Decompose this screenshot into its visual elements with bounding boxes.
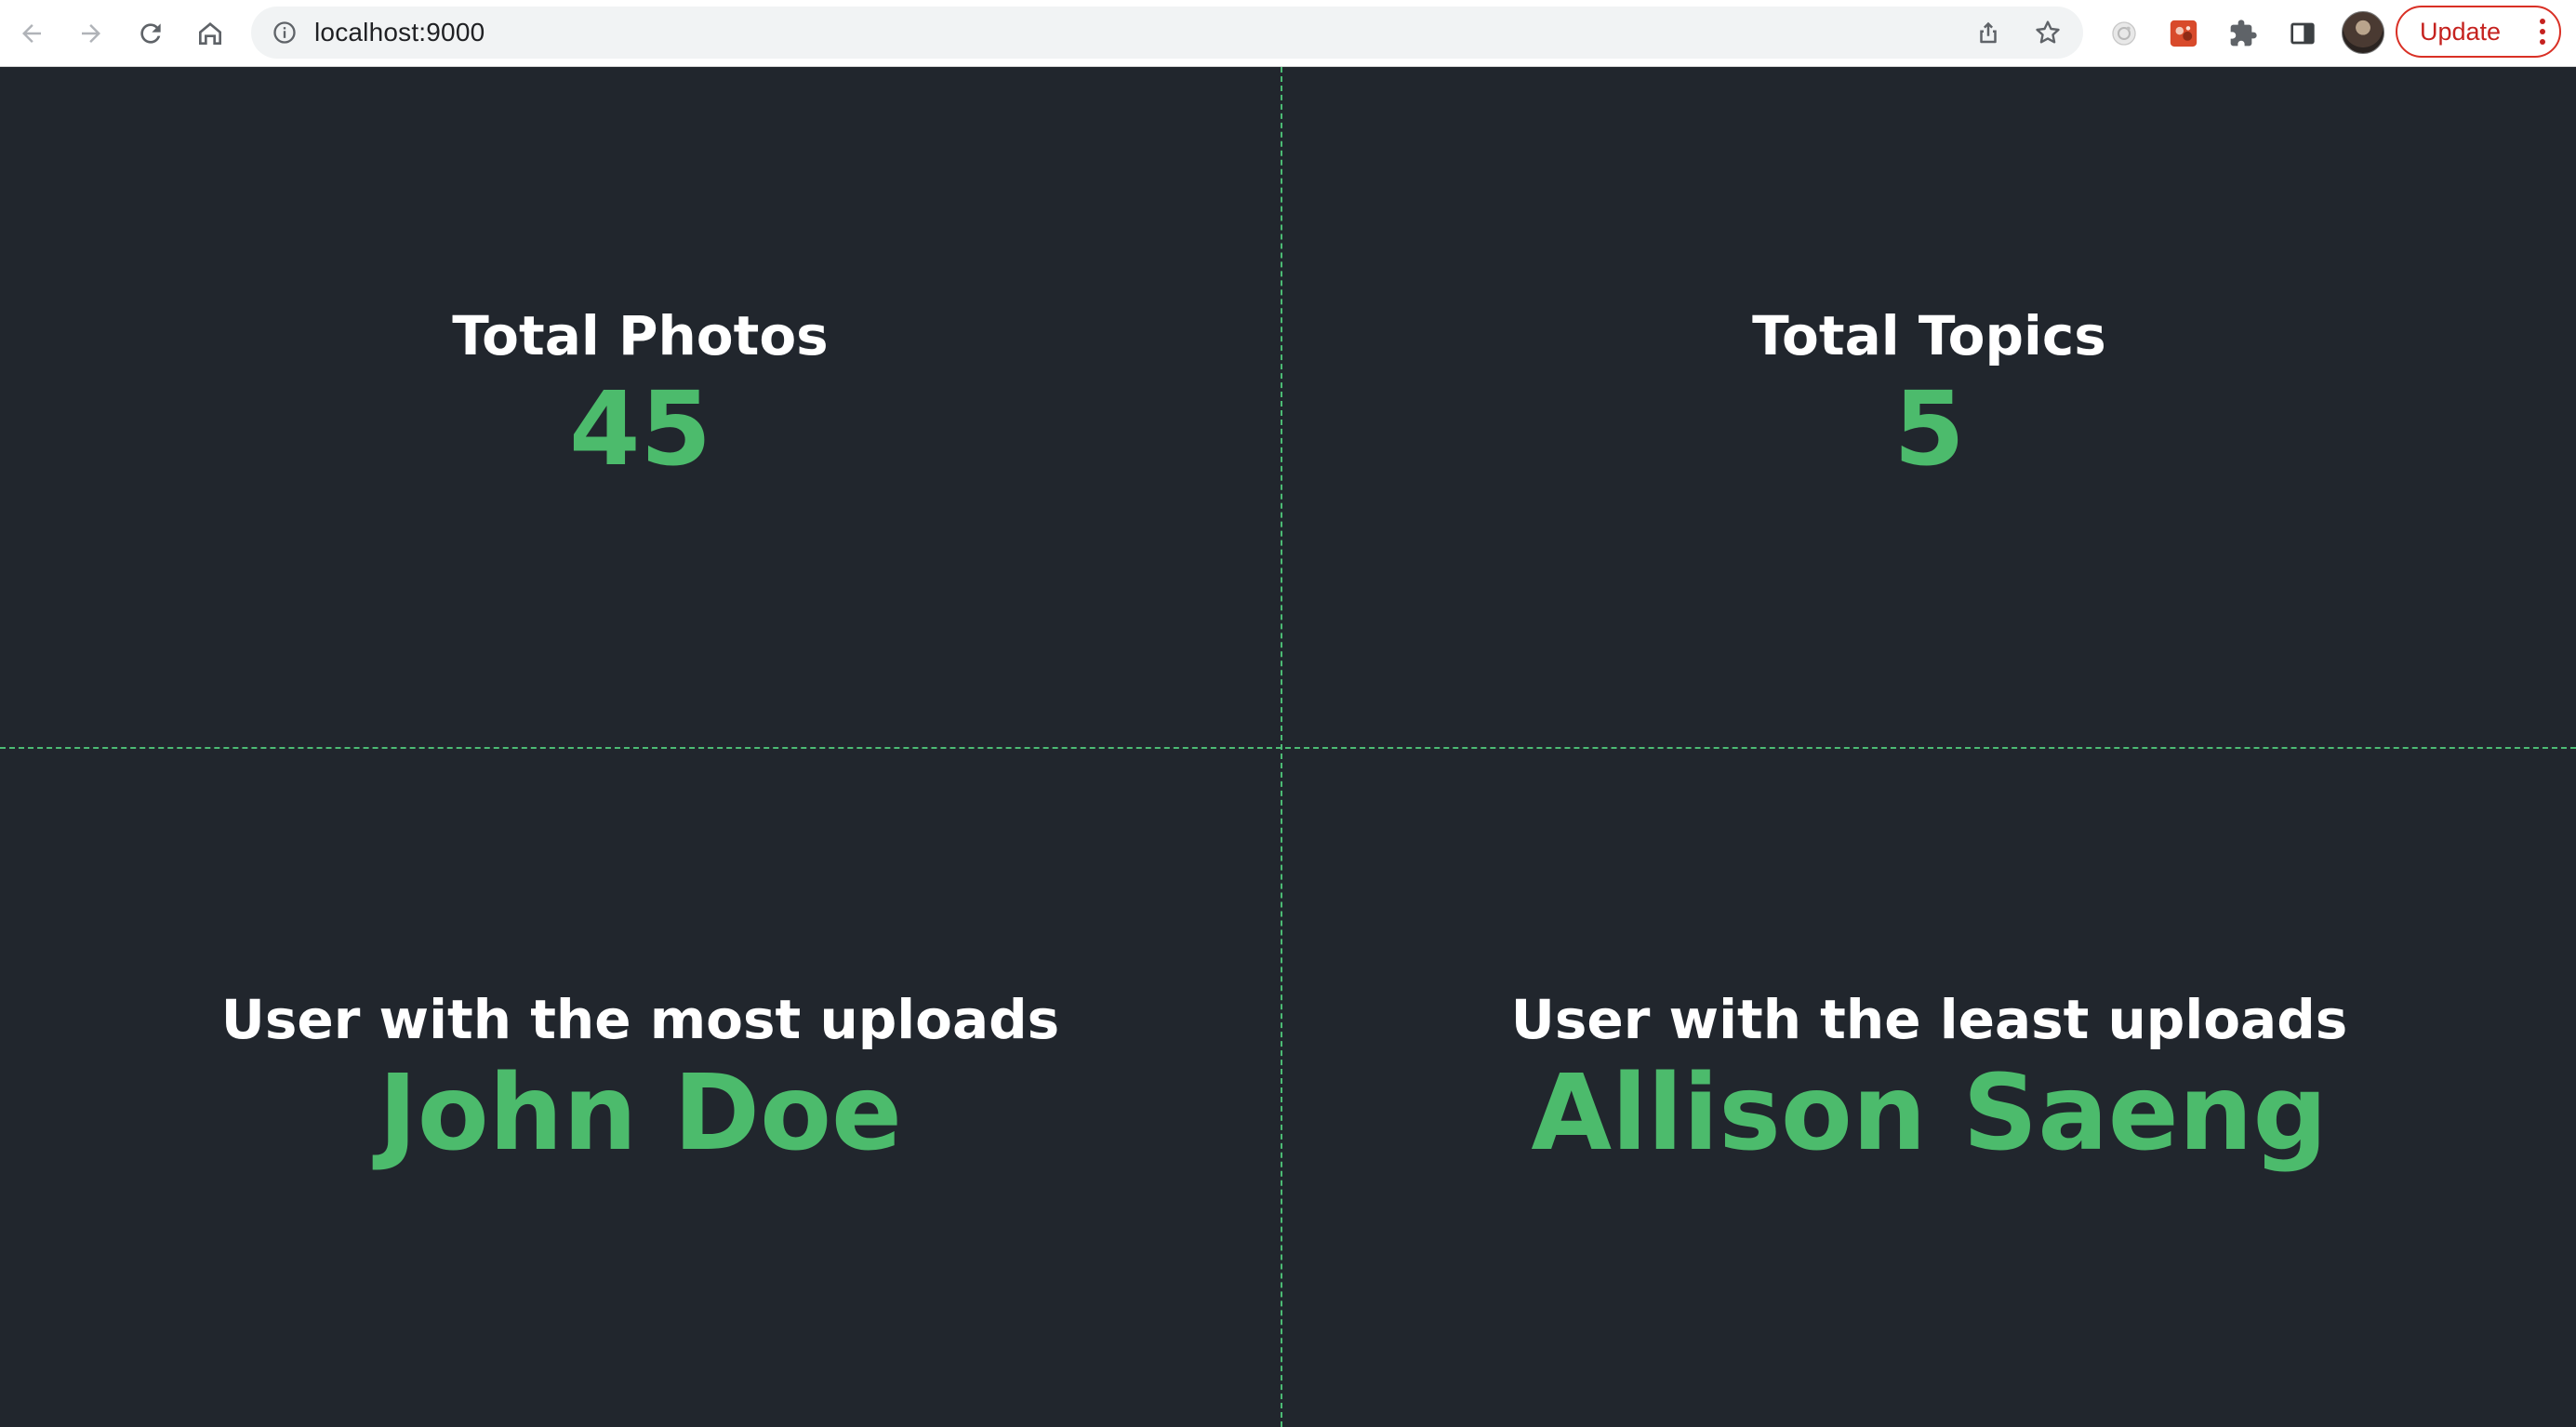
home-button[interactable] <box>190 13 231 54</box>
red-extension-button[interactable] <box>2163 13 2204 54</box>
extensions-button[interactable] <box>2223 13 2264 54</box>
address-bar[interactable]: localhost:9000 <box>251 7 2083 59</box>
profile-avatar[interactable] <box>2342 11 2384 54</box>
url-text[interactable]: localhost:9000 <box>314 7 485 59</box>
total-photos-label: Total Photos <box>452 304 829 367</box>
total-photos-value: 45 <box>568 369 712 488</box>
total-topics-label: Total Topics <box>1752 304 2106 367</box>
camera-extension-icon <box>2112 21 2136 46</box>
side-panel-icon <box>2291 22 2315 45</box>
update-button[interactable]: Update <box>2396 6 2561 58</box>
camera-extension-button[interactable] <box>2104 13 2144 54</box>
side-panel-button[interactable] <box>2282 13 2323 54</box>
arrow-left-icon <box>22 24 41 43</box>
least-uploads-label: User with the least uploads <box>1510 988 2348 1051</box>
bookmark-button[interactable] <box>2027 12 2068 53</box>
red-extension-icon <box>2170 20 2198 47</box>
puzzle-icon <box>2230 20 2257 47</box>
arrow-right-icon <box>82 24 100 43</box>
star-icon <box>2036 20 2060 44</box>
least-uploads-user: Allison Saeng <box>1531 1053 2328 1174</box>
most-uploads-card: User with the most uploads John Doe <box>0 988 1281 1171</box>
back-button[interactable] <box>11 13 52 54</box>
reload-icon <box>140 23 161 44</box>
forward-button[interactable] <box>71 13 112 54</box>
browser-toolbar: localhost:9000 Update <box>0 0 2576 67</box>
most-uploads-label: User with the most uploads <box>220 988 1060 1051</box>
info-icon[interactable] <box>272 20 298 46</box>
horizontal-divider <box>0 747 2576 749</box>
kebab-menu-icon[interactable] <box>2539 17 2546 47</box>
total-photos-card: Total Photos 45 <box>0 304 1281 486</box>
update-label: Update <box>2420 17 2502 46</box>
least-uploads-card: User with the least uploads Allison Saen… <box>1282 988 2576 1171</box>
home-icon <box>199 22 221 45</box>
dashboard: Total Photos 45 Total Topics 5 User with… <box>0 67 2576 1427</box>
reload-button[interactable] <box>130 13 171 54</box>
total-topics-value: 5 <box>1893 369 1965 488</box>
share-button[interactable] <box>1968 12 2009 53</box>
share-icon <box>1980 21 1997 44</box>
total-topics-card: Total Topics 5 <box>1282 304 2576 486</box>
most-uploads-user: John Doe <box>378 1053 902 1174</box>
